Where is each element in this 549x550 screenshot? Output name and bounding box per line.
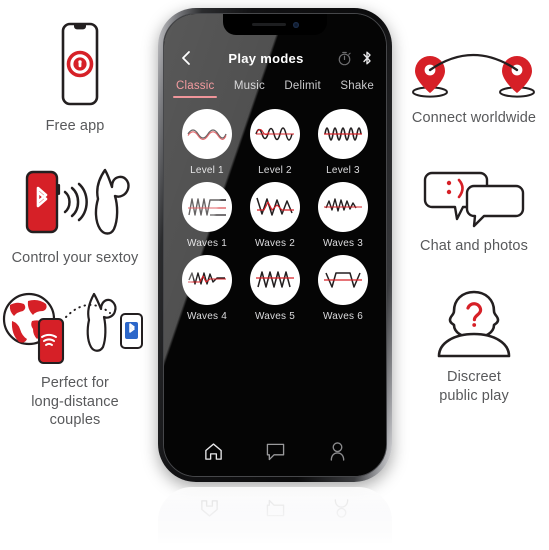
page-title: Play modes xyxy=(228,50,304,66)
waveform-waves-3-icon xyxy=(318,182,368,232)
mode-waves-4[interactable]: Waves 4 xyxy=(174,255,240,322)
mode-waves-1[interactable]: Waves 1 xyxy=(174,182,240,249)
mode-label: Waves 3 xyxy=(323,238,363,249)
left-feature-column: Free app Control your sextoy Perfect for… xyxy=(0,22,150,430)
tab-classic[interactable]: Classic xyxy=(172,80,218,98)
waveform-waves-6-icon xyxy=(318,255,368,305)
mode-level-3[interactable]: Level 3 xyxy=(310,109,376,176)
mode-waves-5[interactable]: Waves 5 xyxy=(242,255,308,322)
mode-label: Level 3 xyxy=(326,165,360,176)
waveform-waves-2-icon xyxy=(250,182,300,232)
promo-layout: Free app Control your sextoy Perfect for… xyxy=(0,0,549,550)
feature-caption: Free app xyxy=(45,118,105,134)
person-question-icon xyxy=(433,289,515,359)
phone-screen: Play modes Classic Music Delimit Shake L… xyxy=(164,14,386,476)
mode-label: Waves 2 xyxy=(255,238,295,249)
waveform-waves-1-icon xyxy=(182,182,232,232)
chat-bubble-icon[interactable] xyxy=(265,442,286,461)
mode-waves-2[interactable]: Waves 2 xyxy=(242,182,308,249)
mode-level-1[interactable]: Level 1 xyxy=(174,109,240,176)
phone-mockup: Play modes Classic Music Delimit Shake L… xyxy=(158,8,392,482)
header-icon-group xyxy=(337,50,373,66)
play-modes-grid: Level 1 Level 2 Level 3 Waves 1 Waves 2 … xyxy=(164,98,386,322)
waveform-waves-4-icon xyxy=(182,255,232,305)
timer-icon[interactable] xyxy=(337,51,352,66)
mode-label: Waves 1 xyxy=(187,238,227,249)
tab-delimit[interactable]: Delimit xyxy=(284,80,321,98)
waveform-level-1-icon xyxy=(182,109,232,159)
feature-caption: Perfect for long-distance couples xyxy=(31,374,119,430)
bluetooth-icon[interactable] xyxy=(361,50,373,66)
feature-discreet-public-play: Discreet public play xyxy=(399,289,549,405)
feature-caption: Chat and photos xyxy=(420,237,528,254)
feature-caption-line: Discreet xyxy=(447,369,501,386)
speech-bubbles-smiley-icon xyxy=(422,170,526,228)
mode-tabs: Classic Music Delimit Shake xyxy=(164,76,386,98)
tab-shake[interactable]: Shake xyxy=(340,80,374,98)
feature-long-distance-couples: Perfect for long-distance couples xyxy=(0,289,150,430)
feature-caption-line: public play xyxy=(439,387,509,404)
front-camera-icon xyxy=(292,21,299,28)
waveform-level-3-icon xyxy=(318,109,368,159)
feature-caption: Discreet public play xyxy=(439,368,509,405)
waveform-waves-5-icon xyxy=(250,255,300,305)
bottom-navigation xyxy=(164,441,386,462)
mode-label: Waves 4 xyxy=(187,311,227,322)
tab-music[interactable]: Music xyxy=(234,80,265,98)
phone-reflection xyxy=(158,487,392,545)
home-icon[interactable] xyxy=(203,441,224,462)
phone-bezel: Play modes Classic Music Delimit Shake L… xyxy=(163,13,387,477)
waveform-level-2-icon xyxy=(250,109,300,159)
feature-caption-line: Perfect for xyxy=(41,375,109,392)
person-icon[interactable] xyxy=(328,441,347,462)
mode-label: Waves 6 xyxy=(323,311,363,322)
right-feature-column: Connect worldwide Chat and photos Discre… xyxy=(399,48,549,405)
map-pins-arc-icon xyxy=(403,48,545,100)
feature-caption: Control your sextoy xyxy=(11,249,139,266)
feature-caption-line: long-distance xyxy=(31,393,119,410)
phone-notch xyxy=(223,14,327,35)
feature-control-your-sextoy: Control your sextoy xyxy=(0,162,150,268)
mode-waves-6[interactable]: Waves 6 xyxy=(310,255,376,322)
feature-chat-and-photos: Chat and photos xyxy=(399,170,549,256)
earpiece-speaker xyxy=(251,22,286,27)
reflection-fade xyxy=(158,487,392,545)
mode-label: Waves 5 xyxy=(255,311,295,322)
globe-remote-toy-icon xyxy=(2,289,148,365)
phone-bluetooth-toy-icon xyxy=(5,162,145,240)
app-header: Play modes xyxy=(164,40,386,76)
chevron-left-icon[interactable] xyxy=(177,49,195,67)
feature-caption-line: couples xyxy=(49,412,101,429)
feature-free-app: Free app xyxy=(0,22,150,136)
phone-lock-icon xyxy=(46,22,104,108)
mode-label: Level 1 xyxy=(190,165,224,176)
feature-connect-worldwide: Connect worldwide xyxy=(399,48,549,128)
mode-label: Level 2 xyxy=(258,165,292,176)
mode-waves-3[interactable]: Waves 3 xyxy=(310,182,376,249)
feature-caption: Connect worldwide xyxy=(411,110,537,126)
mode-level-2[interactable]: Level 2 xyxy=(242,109,308,176)
